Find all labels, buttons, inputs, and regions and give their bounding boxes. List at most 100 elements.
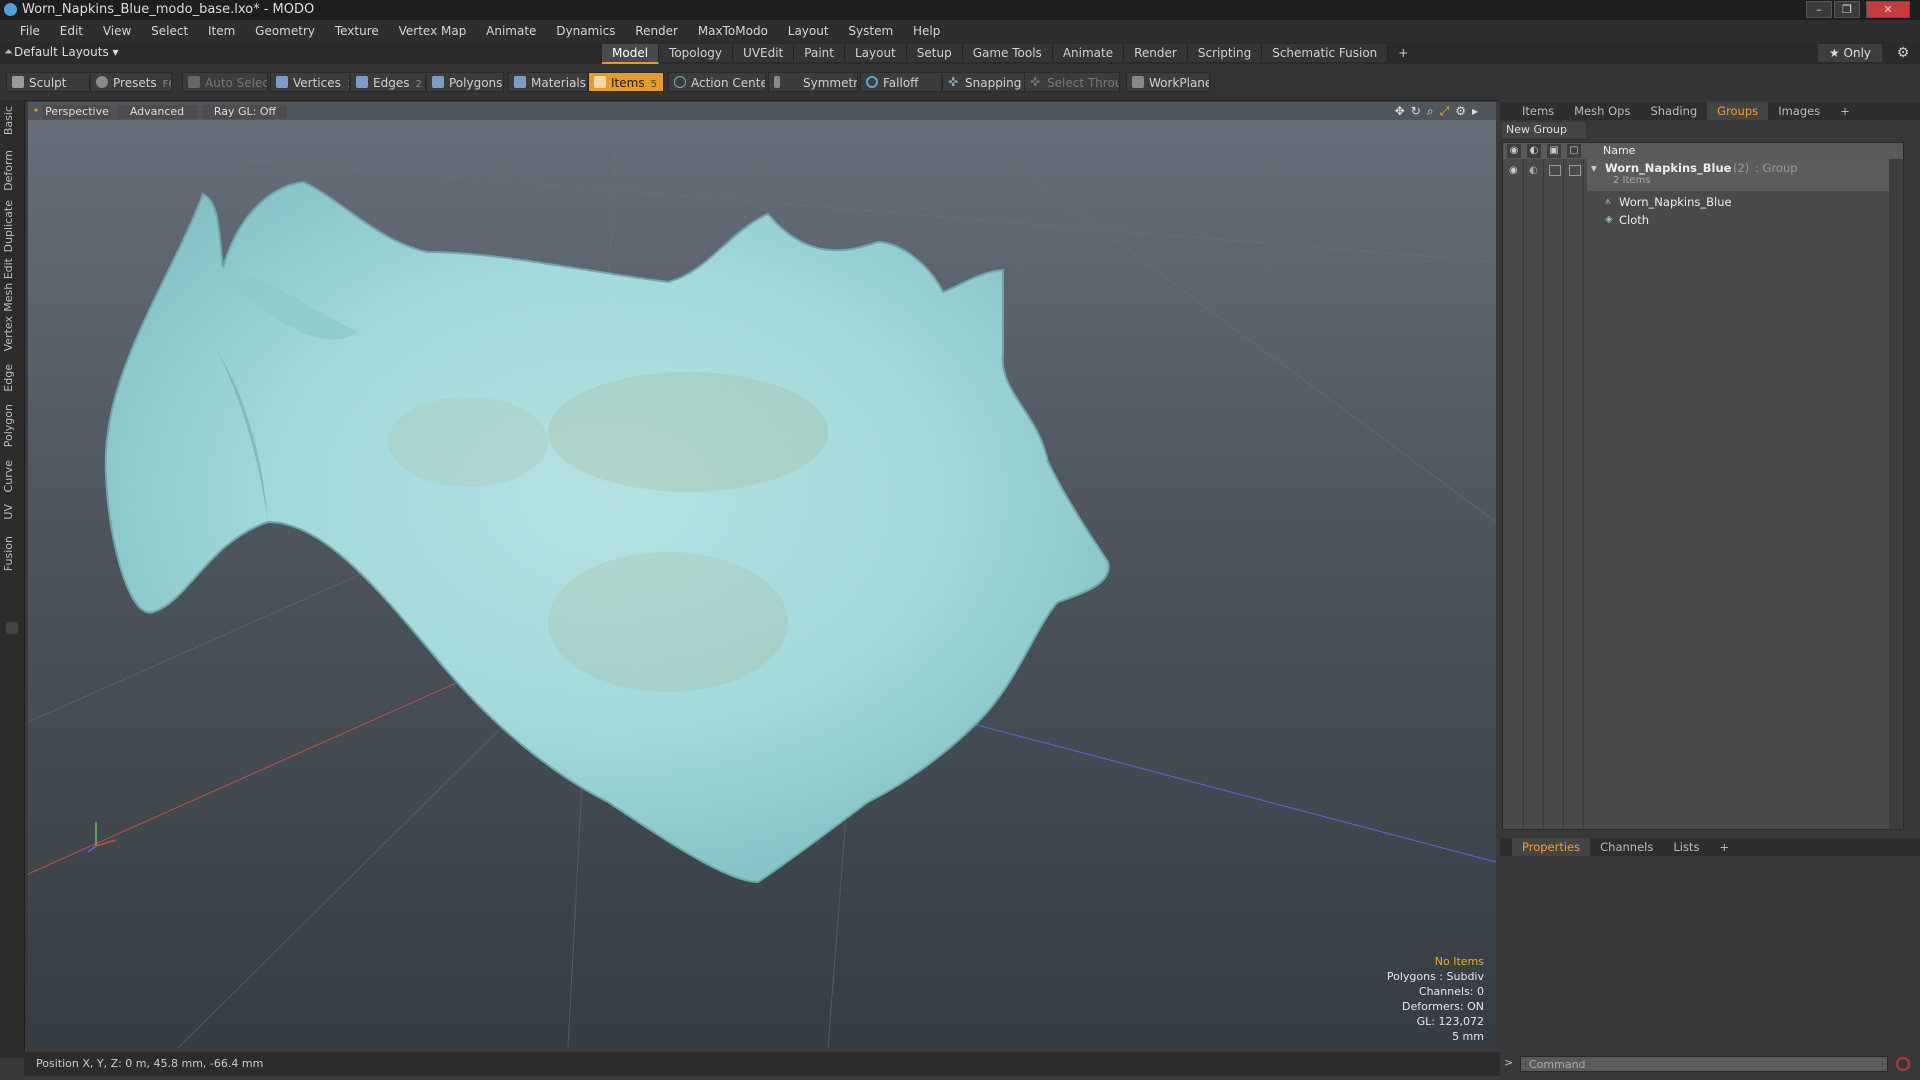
viewport-menu-icon[interactable]: • (32, 104, 40, 118)
tab-animate[interactable]: Animate (1052, 44, 1125, 62)
edges-button[interactable]: Edges 2 (350, 72, 426, 92)
group-eye-icon[interactable]: ◉ (1509, 165, 1518, 176)
restore-button[interactable]: ❐ (1834, 1, 1860, 18)
expand-arrow-icon[interactable]: ▸ (1472, 104, 1478, 119)
menu-texture[interactable]: Texture (327, 20, 387, 42)
tab-toggle-icon[interactable] (6, 622, 18, 634)
action-center-button[interactable]: Action Center (668, 72, 766, 92)
vtab-deform[interactable]: Deform (2, 150, 22, 191)
render-column (1523, 159, 1544, 829)
name-column-header[interactable]: Name (1603, 144, 1635, 157)
advanced-button[interactable]: Advanced (116, 104, 198, 120)
auto-select-button[interactable]: Auto Select (182, 72, 268, 92)
raygl-button[interactable]: Ray GL: Off (202, 104, 288, 120)
tab-topology[interactable]: Topology (659, 44, 734, 62)
symmetry-button[interactable]: Symmetry (768, 72, 858, 92)
render-icon[interactable]: ◐ (1527, 144, 1541, 158)
default-layouts-dropdown[interactable]: Default Layouts ▾ (14, 45, 119, 59)
layout-menu-icon[interactable]: ⏶ (4, 45, 13, 59)
menu-select[interactable]: Select (143, 20, 196, 42)
tab-uvedit[interactable]: UVEdit (733, 44, 795, 62)
vtab-duplicate[interactable]: Duplicate (2, 200, 22, 252)
list-item[interactable]: ⩚ Worn_Napkins_Blue (1587, 193, 1903, 211)
vtab-curve[interactable]: Curve (2, 460, 22, 492)
record-icon[interactable] (1896, 1057, 1910, 1071)
eye-icon[interactable]: ◉ (1507, 144, 1521, 158)
vtab-polygon[interactable]: Polygon (2, 404, 22, 447)
group-lock-checkbox[interactable] (1549, 165, 1561, 176)
menu-help[interactable]: Help (905, 20, 948, 42)
vtab-vertex[interactable]: Vertex (2, 316, 22, 351)
viewport-settings-icon[interactable]: ⚙ (1455, 104, 1466, 119)
add-panel-tab-button[interactable]: + (1830, 102, 1860, 120)
tab-properties[interactable]: Properties (1512, 838, 1591, 856)
add-properties-tab-button[interactable]: + (1709, 838, 1739, 856)
tab-images[interactable]: Images (1768, 102, 1830, 120)
tab-groups[interactable]: Groups (1707, 102, 1769, 120)
menu-system[interactable]: System (840, 20, 901, 42)
group-row[interactable]: Worn_Napkins_Blue (2) : Group 2 Items ▾ (1587, 159, 1903, 191)
group-list-scrollbar[interactable] (1889, 159, 1903, 829)
tab-items[interactable]: Items (1512, 102, 1564, 120)
menu-render[interactable]: Render (627, 20, 686, 42)
zoom-icon[interactable]: ⌕ (1427, 104, 1434, 119)
menu-geometry[interactable]: Geometry (247, 20, 323, 42)
new-group-button[interactable]: New Group (1502, 122, 1586, 138)
tab-schematic-fusion[interactable]: Schematic Fusion (1262, 44, 1389, 62)
tab-render[interactable]: Render (1124, 44, 1188, 62)
tab-paint[interactable]: Paint (794, 44, 845, 62)
add-tab-button[interactable]: + (1388, 44, 1418, 62)
tab-channels[interactable]: Channels (1590, 838, 1663, 856)
3d-viewport[interactable]: • Perspective Advanced Ray GL: Off ✥ ↻ ⌕… (28, 102, 1496, 1048)
list-item[interactable]: ◈ Cloth (1587, 211, 1903, 229)
close-button[interactable]: ✕ (1866, 1, 1910, 18)
select-through-button[interactable]: ✜ Select Through (1024, 72, 1120, 92)
tab-shading[interactable]: Shading (1640, 102, 1707, 120)
vtab-fusion[interactable]: Fusion (2, 536, 22, 571)
tab-model[interactable]: Model (602, 44, 660, 64)
vtab-basic[interactable]: Basic (2, 106, 22, 135)
falloff-button[interactable]: Falloff (860, 72, 942, 92)
snapping-button[interactable]: ✜ Snapping (942, 72, 1028, 92)
minimize-button[interactable]: – (1806, 1, 1832, 18)
presets-button[interactable]: PresetsF6 (90, 72, 172, 92)
select-icon[interactable]: ▢ (1567, 144, 1581, 158)
only-button[interactable]: ★ Only (1818, 44, 1882, 62)
workplane-button[interactable]: WorkPlane (1126, 72, 1210, 92)
tab-scripting[interactable]: Scripting (1187, 44, 1263, 62)
menu-animate[interactable]: Animate (478, 20, 544, 42)
polygons-button[interactable]: Polygons (426, 72, 504, 92)
rotate-icon[interactable]: ↻ (1411, 104, 1421, 119)
command-input[interactable]: Command (1520, 1056, 1888, 1072)
fit-icon[interactable]: ⤢ (1440, 104, 1450, 119)
materials-button[interactable]: Materials (508, 72, 588, 92)
vtab-uv[interactable]: UV (2, 504, 22, 520)
menu-dynamics[interactable]: Dynamics (548, 20, 623, 42)
menu-edit[interactable]: Edit (52, 20, 91, 42)
info-gl: GL: 123,072 (1416, 1015, 1484, 1028)
tab-lists[interactable]: Lists (1663, 838, 1709, 856)
gear-icon[interactable]: ⚙ (1894, 44, 1912, 62)
sculpt-button[interactable]: Sculpt (6, 72, 90, 92)
tab-setup[interactable]: Setup (906, 44, 963, 62)
vertices-button[interactable]: Vertices1 (270, 72, 350, 92)
vtab-edge[interactable]: Edge (2, 364, 22, 392)
tab-layout[interactable]: Layout (844, 44, 907, 62)
napkin-stain (388, 397, 548, 487)
command-arrow-icon[interactable]: > (1504, 1056, 1513, 1069)
menu-item[interactable]: Item (200, 20, 243, 42)
menu-maxtomodo[interactable]: MaxToModo (690, 20, 776, 42)
group-render-icon[interactable]: ◐ (1529, 165, 1538, 176)
menu-view[interactable]: View (95, 20, 139, 42)
lock-icon[interactable]: ▣ (1547, 144, 1561, 158)
tab-game-tools[interactable]: Game Tools (962, 44, 1053, 62)
vtab-mesh-edit[interactable]: Mesh Edit (2, 258, 22, 312)
group-select-checkbox[interactable] (1569, 165, 1581, 176)
menu-layout[interactable]: Layout (780, 20, 837, 42)
menu-vertex-map[interactable]: Vertex Map (391, 20, 475, 42)
tab-mesh-ops[interactable]: Mesh Ops (1564, 102, 1640, 120)
items-button[interactable]: Items 5 (588, 72, 664, 92)
menu-file[interactable]: File (12, 20, 48, 42)
pan-icon[interactable]: ✥ (1395, 104, 1405, 119)
perspective-button[interactable]: Perspective (42, 104, 112, 120)
